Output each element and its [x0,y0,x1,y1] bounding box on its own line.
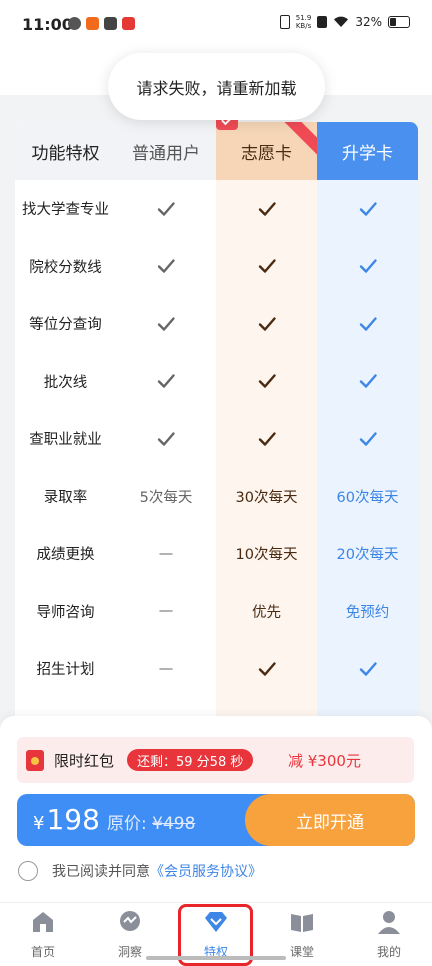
vibrate-icon [279,15,290,29]
header-zhiyuan-card[interactable]: 志愿卡 [216,122,317,180]
book-icon [291,914,313,932]
check-icon [216,640,317,697]
check-icon [216,295,317,352]
discount-text: 减 ¥300元 [288,752,361,770]
tab-classroom[interactable]: 课堂 [272,909,332,960]
feature-name: 录取率 [43,489,88,506]
header-feature: 功能特权 [15,122,116,180]
status-bar: 11:00 51.9 KB/s 32% [0,0,432,52]
member-agreement-link[interactable]: 《会员服务协议》 [150,861,262,881]
sim-icon [317,16,328,28]
header-normal-user: 普通用户 [116,122,216,180]
cell-value: 60次每天 [336,489,399,506]
cell-value: — [158,545,174,562]
check-icon [317,295,418,352]
table-row: 找大学查专业 [15,180,418,237]
cell-value: 优先 [252,604,281,621]
purchase-bar: ¥ 198 原价: ¥498 立即开通 [17,794,415,846]
feature-name: 查职业就业 [29,432,102,448]
check-icon [216,353,317,410]
check-icon [116,410,216,467]
cell-value: 20次每天 [336,547,399,563]
cell-value: — [158,603,174,619]
check-icon [216,238,317,295]
tab-home-label: 首页 [30,945,55,959]
check-icon [317,238,418,295]
original-price-value: ¥498 [152,814,196,834]
status-time: 11:00 [22,15,73,34]
countdown-badge: 还剩：59 分58 秒 [127,749,254,771]
check-icon [116,295,216,352]
cell-value: — [158,660,174,677]
table-row: 查职业就业 [15,410,418,467]
red-packet-banner: 限时红包 还剩：59 分58 秒 减 ¥300元 [17,737,414,783]
feature-name: 院校分数线 [29,259,102,276]
agreement-text: 我已阅读并同意 [52,864,150,880]
original-price: 原价: ¥498 [107,809,195,834]
header-shengxue-card[interactable]: 升学卡 [317,122,418,180]
agreement-checkbox[interactable] [18,861,38,881]
table-row: 等位分查询 [15,295,418,352]
table-row: 成绩更换 — 10次每天 20次每天 [15,525,418,582]
home-indicator[interactable] [146,956,286,960]
table-row: 录取率 5次每天 30次每天 60次每天 [15,468,418,525]
home-icon [33,912,53,932]
cell-value: 免预约 [345,604,390,621]
table-row: 批次线 [15,353,418,410]
activate-now-button[interactable]: 立即开通 [245,794,415,846]
original-price-label: 原价: [107,814,147,834]
current-price: ¥ 198 [33,803,100,836]
red-packet-label: 限时红包 [54,752,115,770]
check-icon [317,353,418,410]
privilege-comparison-table: 功能特权 普通用户 志愿卡 升学卡 找大学查专业 院校分数线等位分查询批次线查职业… [15,122,418,722]
user-icon [378,911,400,934]
red-packet-icon [26,750,44,771]
tab-home[interactable]: 首页 [13,909,73,960]
feature-name: 导师咨询 [36,604,95,621]
insight-icon [120,911,140,931]
notification-icons [68,17,135,30]
table-row: 导师咨询 — 优先 免预约 [15,583,418,640]
feature-name: 批次线 [43,374,88,391]
tab-mine[interactable]: 我的 [359,909,419,960]
cell-value: 5次每天 [139,489,193,506]
check-icon [317,640,418,697]
status-right: 51.9 KB/s 32% [279,14,410,30]
notification-mail-icon [104,17,117,30]
check-icon [317,410,418,467]
check-icon [216,180,317,237]
check-icon [116,180,216,237]
tab-insight[interactable]: 洞察 [100,909,160,960]
wifi-icon [334,16,349,27]
net-speed: 51.9 KB/s [295,14,312,30]
price-currency: ¥ [33,813,45,834]
error-toast: 请求失败，请重新加载 [108,53,325,120]
header-zhiyuan-label: 志愿卡 [241,143,292,164]
feature-name: 等位分查询 [29,317,102,333]
cell-value: 10次每天 [235,547,298,563]
tab-mine-label: 我的 [376,945,401,959]
check-icon [216,410,317,467]
check-icon [317,180,418,237]
check-icon [116,238,216,295]
table-row: 院校分数线 [15,238,418,295]
cell-value: 30次每天 [235,489,298,506]
notification-app-icon [68,17,81,30]
table-row: 招生计划 — [15,640,418,697]
price-amount: 198 [46,803,100,836]
notification-app-icon [86,17,99,30]
feature-name: 成绩更换 [36,547,95,563]
notification-app-icon [122,17,135,30]
check-icon [116,353,216,410]
feature-name: 招生计划 [36,662,95,678]
battery-icon [388,16,410,28]
header-shengxue-label: 升学卡 [342,143,393,164]
agreement-row: 我已阅读并同意 《会员服务协议》 [18,861,262,881]
battery-text: 32% [355,15,382,29]
feature-name: 找大学查专业 [22,202,109,218]
